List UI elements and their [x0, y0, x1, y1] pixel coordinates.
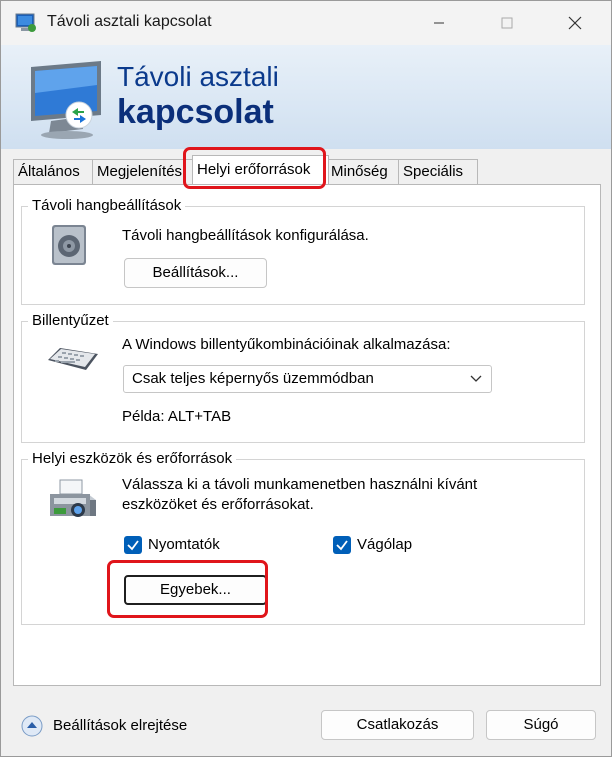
printers-label[interactable]: Nyomtatók — [148, 536, 220, 553]
clipboard-label[interactable]: Vágólap — [357, 536, 412, 553]
tab-display[interactable]: Megjelenítés — [92, 159, 195, 184]
local-devices-description-2: eszközöket és erőforrásokat. — [122, 496, 314, 513]
remote-desktop-monitor-icon — [31, 61, 101, 139]
tab-local-resources[interactable]: Helyi erőforrások — [192, 155, 329, 184]
more-devices-button[interactable]: Egyebek... — [124, 575, 267, 605]
keyboard-description: A Windows billentyűkombinációinak alkalm… — [122, 336, 451, 353]
banner-title-line1: Távoli asztali — [117, 61, 279, 92]
rdp-window: Távoli asztali kapcsolat Távoli asztali … — [0, 0, 612, 757]
printers-checkbox[interactable] — [124, 536, 142, 554]
title-bar: Távoli asztali kapcsolat — [1, 1, 611, 45]
local-resources-panel: Távoli hangbeállítások Távoli hangbeállí… — [13, 184, 601, 686]
audio-settings-button[interactable]: Beállítások... — [124, 258, 267, 288]
local-devices-description-1: Válassza ki a távoli munkamenetben haszn… — [122, 476, 478, 493]
local-devices-title: Helyi eszközök és erőforrások — [28, 450, 237, 467]
maximize-button[interactable] — [473, 1, 541, 45]
collapse-options-icon[interactable] — [21, 715, 43, 737]
keyboard-mode-value: Csak teljes képernyős üzemmódban — [132, 370, 374, 387]
close-button[interactable] — [541, 1, 609, 45]
tab-experience[interactable]: Minőség — [326, 159, 404, 184]
printer-devices-icon — [50, 479, 96, 517]
tab-advanced[interactable]: Speciális — [398, 159, 478, 184]
remote-audio-title: Távoli hangbeállítások — [28, 197, 186, 214]
speaker-icon — [52, 225, 86, 265]
chevron-down-icon — [470, 375, 482, 382]
keyboard-icon — [48, 348, 98, 370]
connect-button[interactable]: Csatlakozás — [321, 710, 474, 740]
local-devices-group: Helyi eszközök és erőforrások Válassza k… — [21, 450, 585, 625]
maximize-icon — [501, 17, 513, 29]
header-banner: Távoli asztali kapcsolat — [1, 45, 611, 149]
remote-desktop-app-icon — [15, 13, 36, 32]
keyboard-mode-select[interactable]: Csak teljes képernyős üzemmódban — [123, 365, 492, 393]
keyboard-title: Billentyűzet — [28, 312, 113, 329]
hide-options-label[interactable]: Beállítások elrejtése — [53, 717, 187, 734]
keyboard-example: Példa: ALT+TAB — [122, 408, 232, 425]
keyboard-group: Billentyűzet A Windows billentyűkombinác… — [21, 312, 585, 443]
help-button[interactable]: Súgó — [486, 710, 596, 740]
banner-title-line2: kapcsolat — [117, 93, 274, 131]
tab-general[interactable]: Általános — [13, 159, 95, 184]
close-icon — [568, 16, 582, 30]
clipboard-checkbox[interactable] — [333, 536, 351, 554]
remote-audio-description: Távoli hangbeállítások konfigurálása. — [122, 227, 369, 244]
minimize-button[interactable] — [405, 1, 473, 45]
window-title: Távoli asztali kapcsolat — [47, 13, 212, 30]
checkmark-icon — [127, 540, 139, 551]
remote-audio-group: Távoli hangbeállítások Távoli hangbeállí… — [21, 197, 585, 305]
minimize-icon — [434, 22, 444, 24]
checkmark-icon — [336, 540, 348, 551]
